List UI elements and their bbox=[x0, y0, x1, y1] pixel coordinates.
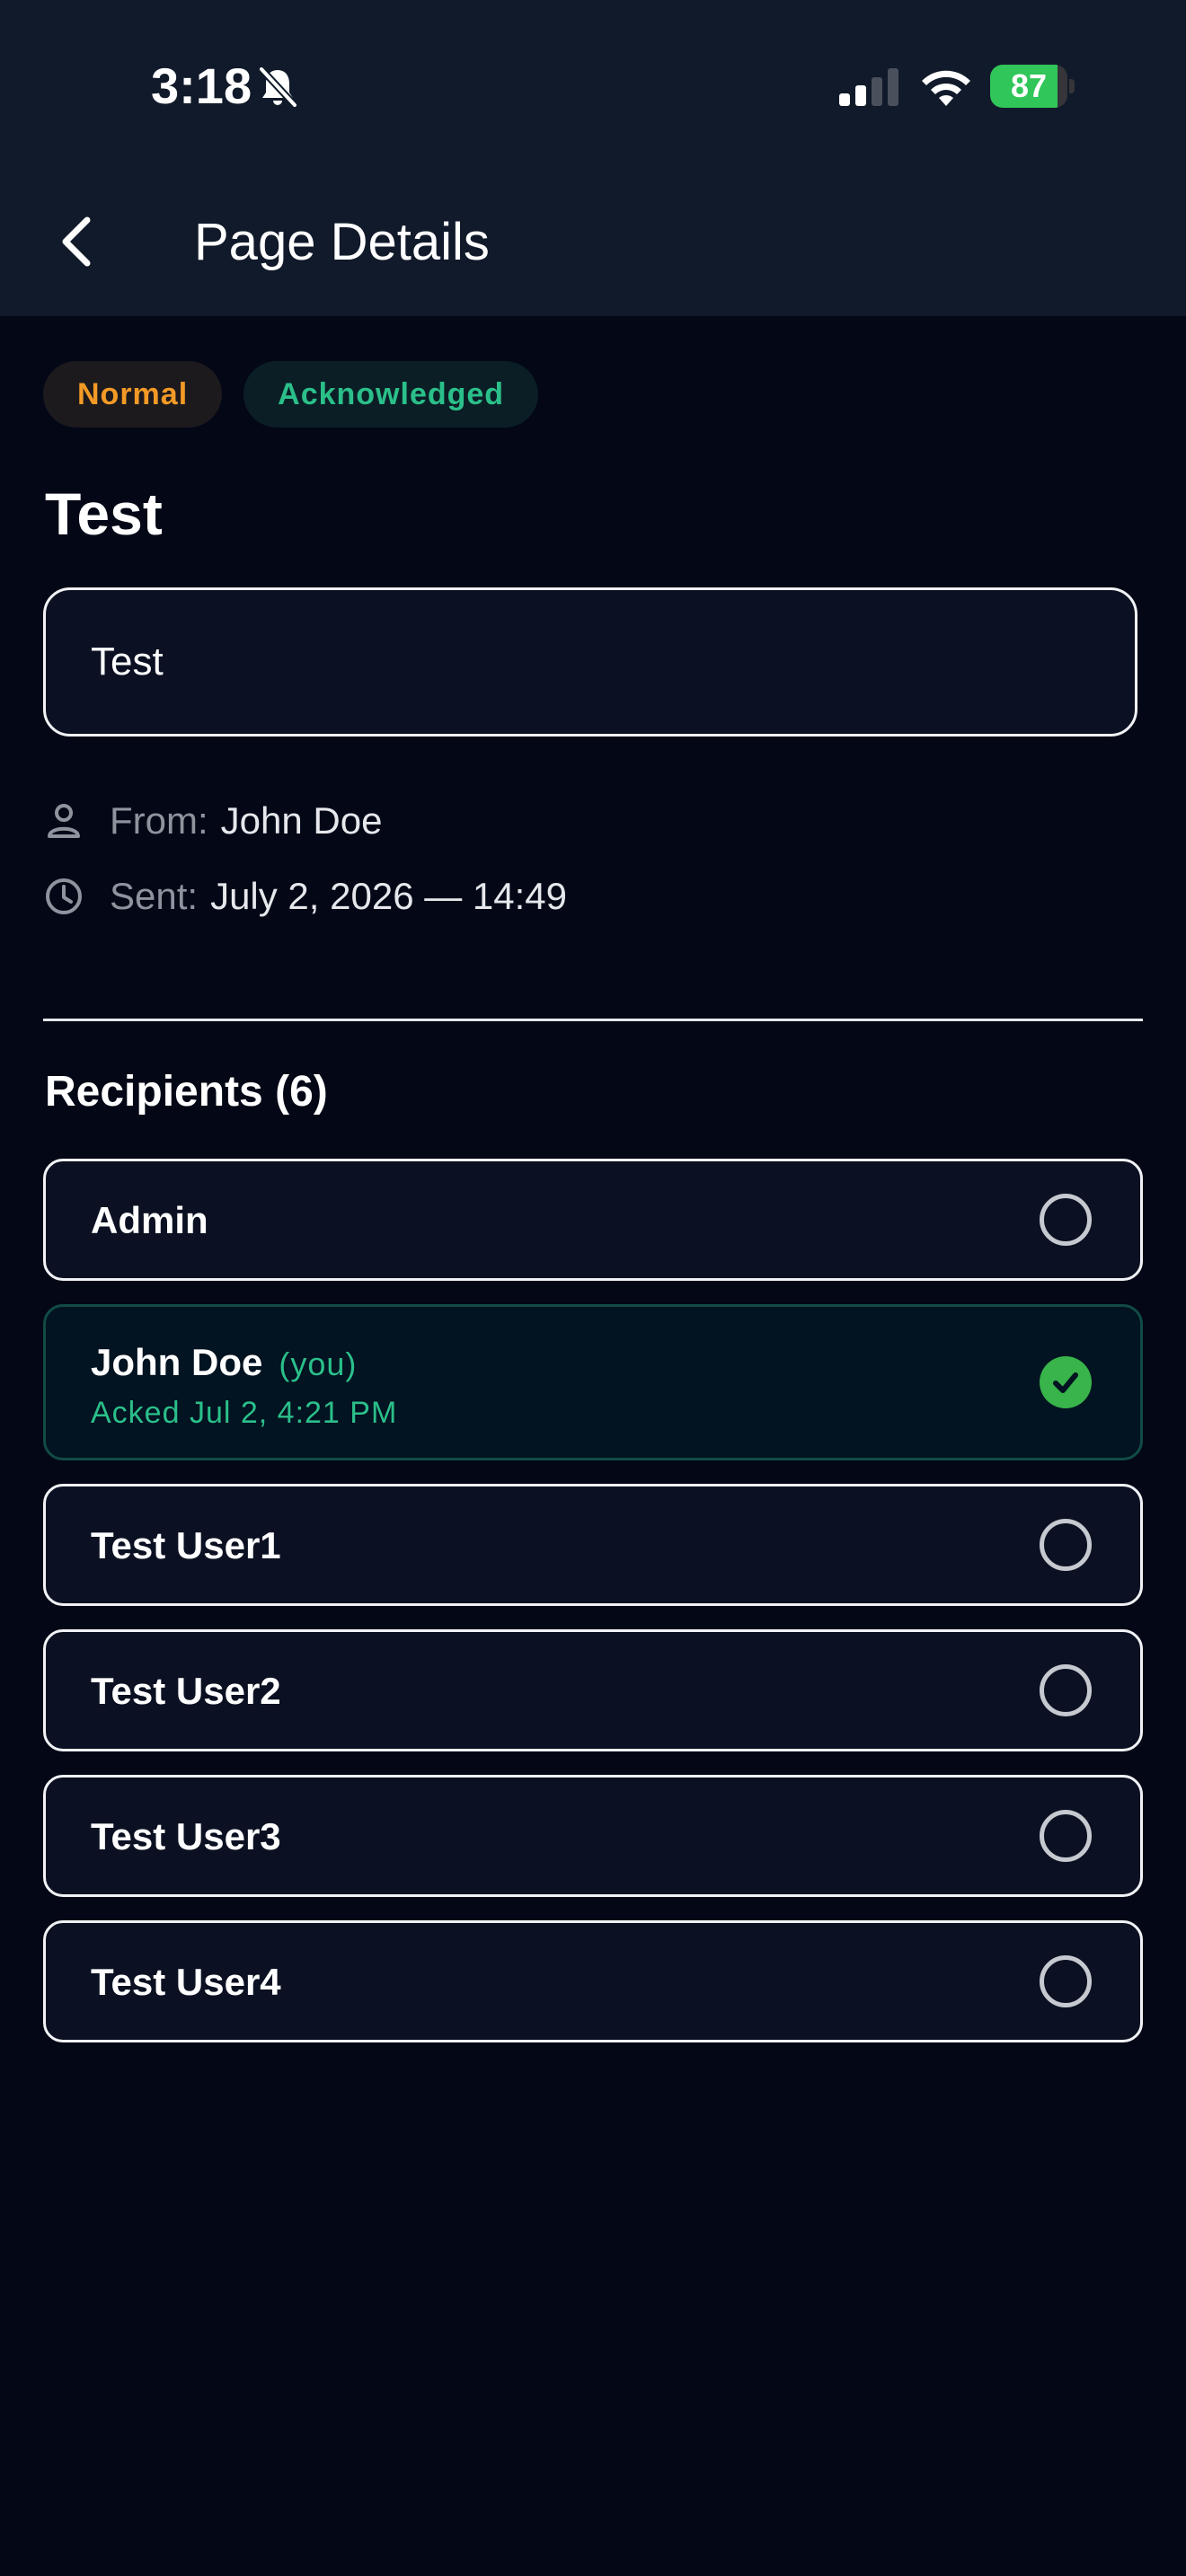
status-bar: 3:18 87 bbox=[0, 0, 1186, 171]
from-row: From: John Doe bbox=[43, 796, 382, 846]
sent-label: Sent: bbox=[110, 875, 199, 917]
ack-timestamp: Acked Jul 2, 4:21 PM bbox=[91, 1396, 398, 1430]
message-body: Test bbox=[43, 587, 1137, 737]
recipient-name: Test User3 bbox=[91, 1815, 281, 1857]
back-button[interactable] bbox=[45, 210, 108, 273]
badge-row: Normal Acknowledged bbox=[43, 361, 539, 428]
from-label: From: bbox=[110, 799, 208, 842]
status-badge: Acknowledged bbox=[243, 361, 539, 428]
priority-badge: Normal bbox=[43, 361, 223, 428]
recipient-name: Admin bbox=[91, 1199, 208, 1241]
signal-bar bbox=[839, 93, 850, 106]
page-title: Page Details bbox=[194, 213, 490, 271]
you-label: (you) bbox=[279, 1345, 358, 1382]
from-value: John Doe bbox=[220, 799, 383, 842]
signal-bar bbox=[855, 85, 866, 106]
signal-bar bbox=[872, 77, 882, 106]
bell-slash-icon bbox=[258, 66, 298, 109]
recipient-item-admin[interactable]: Admin bbox=[43, 1159, 1143, 1281]
recipient-item-test-user3[interactable]: Test User3 bbox=[43, 1775, 1143, 1897]
recipient-name: John Doe bbox=[91, 1341, 263, 1383]
recipient-item-john-doe[interactable]: John Doe (you) Acked Jul 2, 4:21 PM bbox=[43, 1304, 1143, 1460]
recipient-item-test-user1[interactable]: Test User1 bbox=[43, 1484, 1143, 1606]
recipients-heading: Recipients (6) bbox=[45, 1068, 328, 1116]
battery-body: 87 bbox=[990, 65, 1067, 108]
person-icon bbox=[48, 804, 80, 838]
clock-icon bbox=[46, 878, 82, 914]
signal-bar bbox=[888, 68, 898, 106]
unchecked-circle-icon bbox=[1040, 1194, 1092, 1246]
message-title: Test bbox=[45, 481, 163, 547]
app-header: 3:18 87 Page Details bbox=[0, 0, 1186, 316]
check-circle-icon bbox=[1040, 1356, 1092, 1408]
battery-level: 87 bbox=[1010, 67, 1048, 104]
recipient-item-test-user2[interactable]: Test User2 bbox=[43, 1629, 1143, 1751]
sent-value: July 2, 2026 — 14:49 bbox=[210, 875, 568, 917]
section-divider bbox=[43, 1019, 1143, 1021]
battery-icon: 87 bbox=[990, 65, 1076, 108]
recipient-name-row: John Doe (you) bbox=[91, 1339, 357, 1388]
status-time: 3:18 bbox=[151, 57, 252, 114]
battery-cap bbox=[1069, 79, 1075, 93]
unchecked-circle-icon bbox=[1040, 1955, 1092, 2007]
chevron-left-icon bbox=[62, 216, 91, 267]
wifi-icon bbox=[922, 70, 970, 106]
sent-row: Sent: July 2, 2026 — 14:49 bbox=[43, 871, 567, 922]
recipient-name: Test User4 bbox=[91, 1961, 281, 2003]
recipient-item-test-user4[interactable]: Test User4 bbox=[43, 1920, 1143, 2042]
cellular-signal-icon bbox=[839, 68, 898, 106]
unchecked-circle-icon bbox=[1040, 1810, 1092, 1862]
checkmark-icon bbox=[1053, 1372, 1078, 1393]
unchecked-circle-icon bbox=[1040, 1519, 1092, 1571]
recipient-name: Test User2 bbox=[91, 1670, 281, 1712]
recipient-name: Test User1 bbox=[91, 1524, 281, 1566]
unchecked-circle-icon bbox=[1040, 1664, 1092, 1716]
